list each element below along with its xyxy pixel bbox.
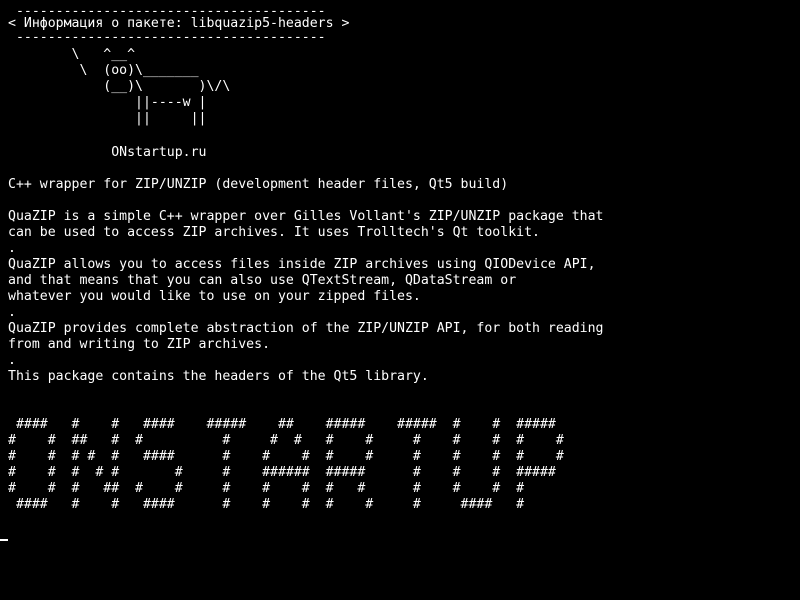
- cow-art-line: || ||: [8, 111, 207, 126]
- cow-art-line: ||----w |: [8, 95, 207, 110]
- banner-line: # # # # # #### # # # # # # # # # #: [8, 449, 564, 464]
- banner-line: # # # # # # # ###### ##### # # # #####: [8, 465, 556, 480]
- terminal-screen[interactable]: --------------------------------------- …: [0, 0, 800, 600]
- description-line: This package contains the headers of the…: [8, 369, 429, 384]
- package-summary: C++ wrapper for ZIP/UNZIP (development h…: [8, 177, 509, 192]
- description-line: .: [8, 305, 16, 320]
- description-line: QuaZIP is a simple C++ wrapper over Gill…: [8, 209, 604, 224]
- cow-art-line: \ (oo)\_______: [8, 63, 199, 78]
- description-line: QuaZIP allows you to access files inside…: [8, 257, 596, 272]
- description-line: can be used to access ZIP archives. It u…: [8, 225, 540, 240]
- description-line: from and writing to ZIP archives.: [8, 337, 271, 352]
- text-cursor: [0, 539, 8, 541]
- banner-line: #### # # #### # # # # # # #### #: [8, 497, 525, 512]
- banner-line: #### # # #### ##### ## ##### ##### # # #…: [8, 417, 556, 432]
- description-line: .: [8, 353, 16, 368]
- description-line: and that means that you can also use QTe…: [8, 273, 517, 288]
- cow-art-line: \ ^__^: [8, 47, 136, 62]
- description-line: whatever you would like to use on your z…: [8, 289, 421, 304]
- cow-art-line: (__)\ )\/\: [8, 79, 231, 94]
- description-line: .: [8, 241, 16, 256]
- cowsay-bottom-border: ---------------------------------------: [8, 30, 326, 45]
- description-line: QuaZIP provides complete abstraction of …: [8, 321, 604, 336]
- banner-line: # # ## # # # # # # # # # # # #: [8, 433, 564, 448]
- credit-text: ONstartup.ru: [8, 145, 207, 160]
- banner-line: # # # ## # # # # # # # # # # #: [8, 481, 525, 496]
